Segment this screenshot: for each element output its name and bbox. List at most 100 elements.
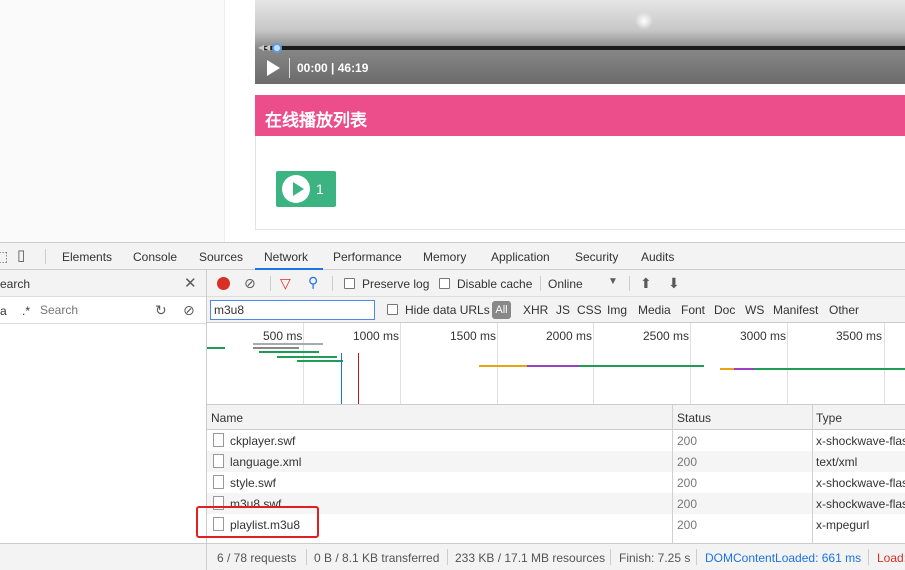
request-count: 6 / 78 requests — [217, 551, 297, 565]
grid-line — [497, 323, 498, 404]
type-all-button[interactable]: All — [492, 301, 511, 319]
waterfall-bar — [527, 365, 579, 367]
disable-cache-checkbox[interactable] — [439, 278, 450, 289]
waterfall-bar — [754, 368, 905, 370]
type-font-button[interactable]: Font — [681, 303, 705, 317]
column-status-header[interactable]: Status — [677, 411, 711, 425]
tick-label: 500 ms — [263, 329, 303, 343]
waterfall-bar — [277, 356, 337, 358]
request-type: x-mpegurl — [816, 518, 870, 532]
grid-line — [400, 323, 401, 404]
tab-application[interactable]: Application — [491, 250, 550, 264]
tab-elements[interactable]: Elements — [62, 250, 112, 264]
type-js-button[interactable]: JS — [556, 303, 570, 317]
column-name-header[interactable]: Name — [211, 411, 243, 425]
tick-label: 2000 ms — [546, 329, 593, 343]
grid-line — [884, 323, 885, 404]
request-name[interactable]: style.swf — [230, 476, 276, 490]
filter-bar: Hide data URLs All XHR JS CSS Img Media … — [207, 297, 905, 323]
table-row[interactable]: style.swf 200 x-shockwave-flas — [207, 472, 905, 493]
finish-time: Finish: 7.25 s — [619, 551, 691, 565]
tab-performance[interactable]: Performance — [333, 250, 402, 264]
type-manifest-button[interactable]: Manifest — [773, 303, 818, 317]
request-status: 200 — [677, 497, 698, 511]
file-icon — [213, 433, 224, 447]
divider — [270, 276, 271, 291]
rewind-icon[interactable]: ◀◀ — [258, 43, 270, 52]
import-har-icon[interactable]: ⬆ — [640, 276, 652, 290]
filter-input[interactable] — [210, 300, 375, 320]
type-img-button[interactable]: Img — [607, 303, 627, 317]
divider — [610, 549, 611, 565]
tab-console[interactable]: Console — [133, 250, 177, 264]
type-ws-button[interactable]: WS — [745, 303, 764, 317]
progress-track[interactable] — [261, 46, 905, 50]
request-status: 200 — [677, 455, 698, 469]
dom-content-loaded: DOMContentLoaded: 661 ms — [705, 551, 862, 565]
type-media-button[interactable]: Media — [638, 303, 671, 317]
column-divider[interactable] — [812, 405, 813, 543]
waterfall-bar — [259, 351, 319, 353]
close-icon[interactable]: ✕ — [184, 276, 197, 291]
tab-security[interactable]: Security — [575, 250, 618, 264]
search-panel-title: earch — [0, 277, 31, 291]
tab-memory[interactable]: Memory — [423, 250, 466, 264]
type-css-button[interactable]: CSS — [577, 303, 602, 317]
dcl-marker — [341, 353, 342, 404]
tab-audits[interactable]: Audits — [641, 250, 674, 264]
search-input[interactable] — [37, 300, 147, 320]
preserve-log-checkbox[interactable] — [344, 278, 355, 289]
waterfall-bar — [479, 365, 527, 367]
request-name[interactable]: ckplayer.swf — [230, 434, 295, 448]
chevron-down-icon[interactable]: ▼ — [608, 277, 618, 287]
request-name[interactable]: language.xml — [230, 455, 301, 469]
request-type: text/xml — [816, 455, 858, 469]
search-icon[interactable]: ⚲ — [308, 275, 318, 289]
column-type-header[interactable]: Type — [816, 411, 842, 425]
clear-log-icon[interactable]: ⊘ — [244, 276, 256, 290]
playlist-title: 在线播放列表 — [265, 111, 367, 130]
network-status-bar: 6 / 78 requests 0 B / 8.1 KB transferred… — [207, 543, 905, 570]
control-divider — [289, 58, 290, 78]
tick-label: 3000 ms — [740, 329, 787, 343]
time-display: 00:00 | 46:19 — [297, 61, 369, 75]
refresh-icon[interactable]: ↻ — [155, 303, 167, 317]
divider — [868, 549, 869, 565]
table-row[interactable]: language.xml 200 text/xml — [207, 451, 905, 472]
waterfall-bar — [253, 343, 323, 345]
tab-network[interactable]: Network — [264, 250, 308, 264]
table-row[interactable]: ckplayer.swf 200 x-shockwave-flas — [207, 430, 905, 451]
load-time: Load: — [877, 551, 905, 565]
episode-button[interactable]: 1 — [276, 171, 336, 207]
filter-icon[interactable]: ▽ — [280, 276, 291, 290]
grid-line — [593, 323, 594, 404]
network-overview[interactable]: 500 ms 1000 ms 1500 ms 2000 ms 2500 ms 3… — [207, 323, 905, 405]
export-har-icon[interactable]: ⬇ — [668, 276, 680, 290]
grid-line — [303, 323, 304, 404]
record-icon[interactable] — [217, 277, 230, 290]
type-other-button[interactable]: Other — [829, 303, 859, 317]
inspect-icon[interactable]: ⬚ — [0, 249, 8, 263]
resources-size: 233 KB / 17.1 MB resources — [455, 551, 606, 565]
waterfall-bar — [207, 347, 225, 349]
progress-knob[interactable] — [272, 43, 282, 53]
throttle-select[interactable]: Online — [548, 277, 583, 291]
type-xhr-button[interactable]: XHR — [523, 303, 548, 317]
type-doc-button[interactable]: Doc — [714, 303, 735, 317]
tab-sources[interactable]: Sources — [199, 250, 243, 264]
clear-icon[interactable]: ⊘ — [183, 303, 195, 317]
video-player[interactable]: ◀◀ 00:00 | 46:19 — [255, 0, 905, 84]
play-circle-icon — [282, 175, 310, 203]
regex-toggle[interactable]: .* — [22, 304, 30, 318]
hide-data-urls-checkbox[interactable] — [387, 304, 398, 315]
column-divider[interactable] — [672, 405, 673, 543]
play-icon[interactable] — [267, 60, 280, 76]
request-status: 200 — [677, 518, 698, 532]
device-toolbar-icon[interactable]: ▯ — [17, 248, 25, 263]
divider — [629, 276, 630, 291]
grid-line — [690, 323, 691, 404]
waterfall-bar — [579, 365, 704, 367]
transferred-size: 0 B / 8.1 KB transferred — [314, 551, 440, 565]
highlight-box — [196, 506, 319, 538]
match-case-toggle[interactable]: a — [0, 304, 7, 318]
